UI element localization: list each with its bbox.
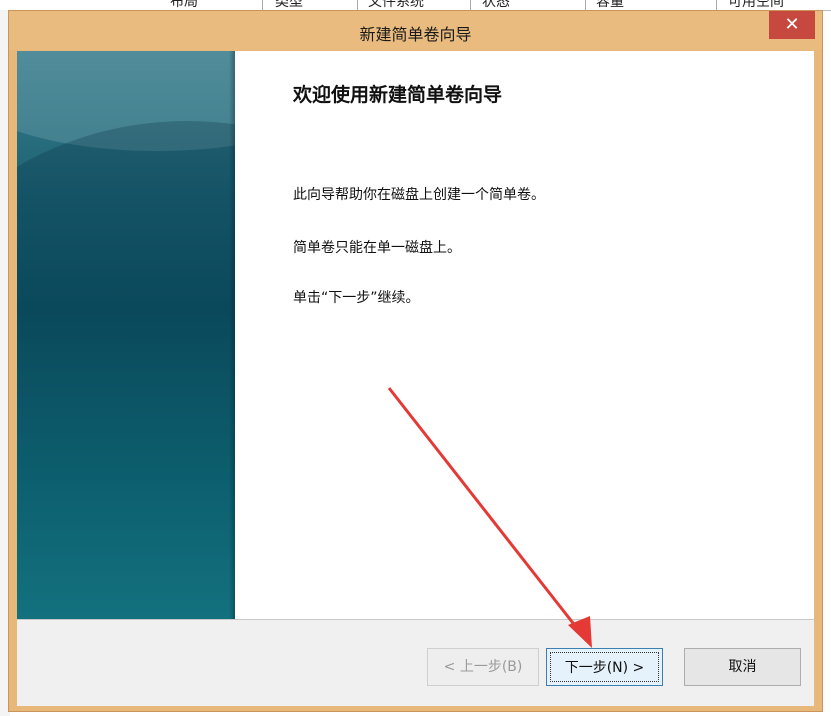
wizard-heading: 欢迎使用新建简单卷向导 [293,84,503,106]
title-bar[interactable]: 新建简单卷向导 ✕ [9,11,822,50]
new-simple-volume-wizard-dialog: 新建简单卷向导 ✕ 欢迎使用新建简单卷向导 此向导帮助你在磁盘上创建一个简单卷。… [8,10,823,712]
cancel-button-label: 取消 [728,659,757,675]
wizard-text-line-1: 此向导帮助你在磁盘上创建一个简单卷。 [293,187,545,203]
back-button[interactable]: < 上一步(B) [427,648,539,686]
cancel-button[interactable]: 取消 [684,648,801,686]
wizard-banner-image [17,51,235,619]
close-button[interactable]: ✕ [769,11,815,39]
back-button-label: < 上一步(B) [443,659,523,675]
button-area-separator [17,619,814,620]
next-button-label: 下一步(N) > [550,652,659,682]
next-button[interactable]: 下一步(N) > [546,648,663,686]
dialog-title: 新建简单卷向导 [359,25,472,44]
wizard-text-line-2: 简单卷只能在单一磁盘上。 [293,240,461,256]
wizard-text-line-3: 单击“下一步”继续。 [293,290,420,306]
wizard-body: 欢迎使用新建简单卷向导 此向导帮助你在磁盘上创建一个简单卷。 简单卷只能在单一磁… [17,51,814,706]
wizard-content-panel: 欢迎使用新建简单卷向导 此向导帮助你在磁盘上创建一个简单卷。 简单卷只能在单一磁… [235,51,814,619]
close-icon: ✕ [784,14,800,35]
